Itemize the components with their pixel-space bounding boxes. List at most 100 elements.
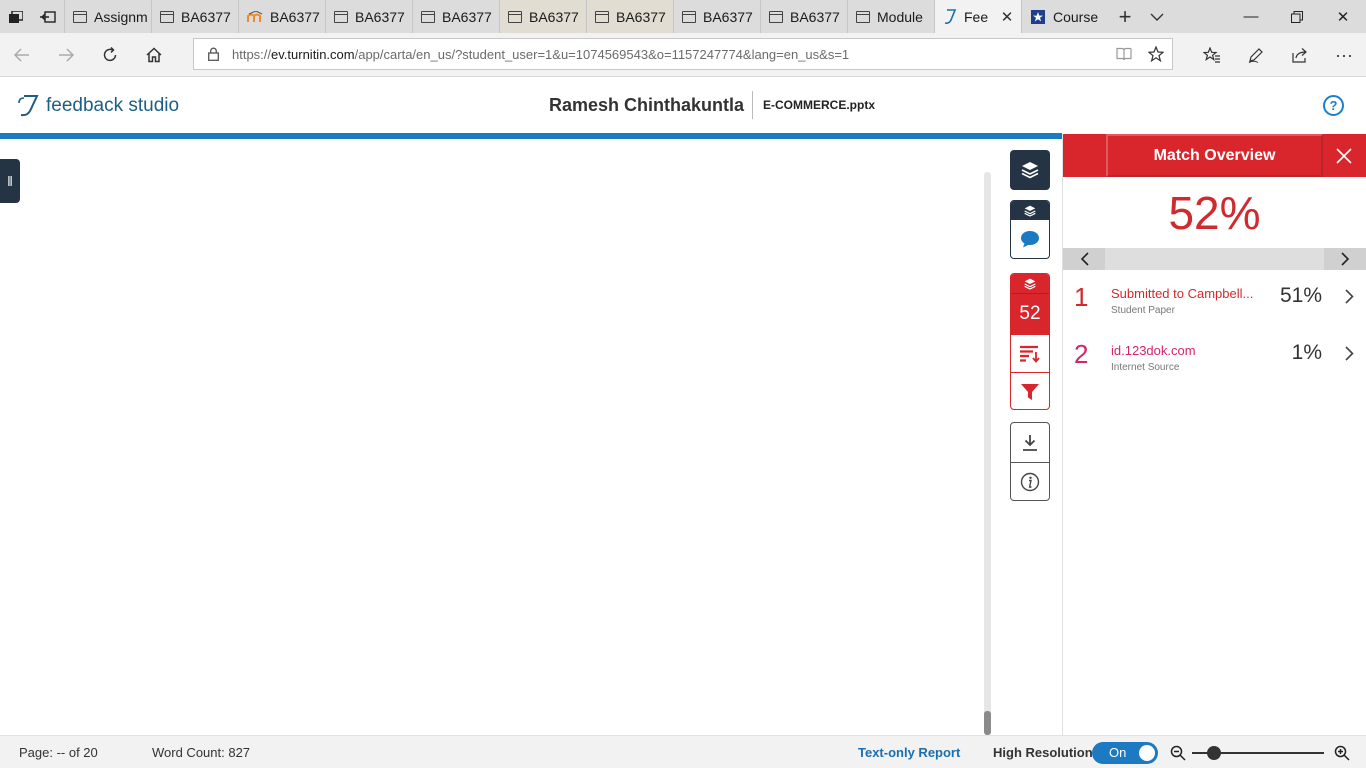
layers-button[interactable] (1010, 150, 1050, 190)
close-window-icon[interactable]: ✕ (1320, 0, 1366, 33)
next-match-icon[interactable] (1324, 248, 1366, 270)
tab-ba6377[interactable]: BA6377 (586, 0, 673, 33)
more-icon[interactable]: ··· (1322, 33, 1366, 77)
close-tab-icon[interactable]: ✕ (999, 8, 1015, 26)
filter-icon (1021, 383, 1039, 400)
tab-ba6377[interactable]: BA6377 (760, 0, 847, 33)
forward-icon[interactable] (44, 33, 88, 77)
url-host: ev.turnitin.com (271, 46, 355, 62)
page-icon (334, 10, 348, 23)
high-resolution-toggle[interactable]: On (1092, 742, 1158, 764)
match-overview-panel: Match Overview 52% 1 Submitted to Campbe… (1062, 134, 1366, 735)
help-button[interactable]: ? (1323, 95, 1344, 116)
tab-ba6377[interactable]: BA6377 (412, 0, 499, 33)
match-item[interactable]: 2 id.123dok.com Internet Source 1% (1063, 327, 1366, 384)
student-name: Ramesh Chinthakuntla (549, 95, 745, 115)
layers-icon (1011, 274, 1049, 293)
lock-icon[interactable] (194, 47, 232, 61)
tab-course[interactable]: Course (1021, 0, 1108, 33)
match-rank: 2 (1074, 339, 1089, 369)
pen-icon[interactable] (1234, 33, 1278, 77)
favorites-icon[interactable] (1190, 33, 1234, 77)
zoom-slider-handle[interactable] (1207, 746, 1221, 760)
tab-label: Course (1053, 8, 1099, 25)
match-source[interactable]: id.123dok.com (1111, 343, 1261, 358)
url-path: /app/carta/en_us/?student_user=1&u=10745… (354, 46, 850, 62)
set-aside-tabs-icon[interactable] (32, 0, 64, 33)
star-badge-icon (1031, 9, 1045, 24)
chevron-right-icon[interactable] (1345, 346, 1354, 366)
download-icon (1023, 434, 1037, 451)
page-icon (160, 10, 174, 23)
browser-tab-strip: Assignm BA6377 BA6377 BA6377 BA6377 BA63… (0, 0, 1366, 33)
match-percent: 51% (1279, 284, 1322, 307)
match-item[interactable]: 1 Submitted to Campbell... Student Paper… (1063, 270, 1366, 327)
match-percent: 1% (1291, 341, 1322, 364)
similarity-score-button[interactable]: 52 (1011, 293, 1049, 334)
tab-assignment[interactable]: Assignm (64, 0, 151, 33)
tab-ba6377[interactable]: BA6377 (499, 0, 586, 33)
brand-logo[interactable]: feedback studio (18, 94, 179, 118)
previous-match-icon[interactable] (1063, 248, 1105, 270)
back-icon[interactable] (0, 33, 44, 77)
scrollbar-thumb[interactable] (984, 711, 991, 735)
grip-icon: ‖ (7, 173, 13, 189)
info-icon (1020, 472, 1040, 492)
tab-feedback-active[interactable]: Fee ✕ (934, 0, 1021, 33)
info-button[interactable] (1011, 462, 1049, 500)
favorite-star-icon[interactable] (1140, 46, 1172, 62)
tab-label: BA6377 (355, 8, 405, 25)
zoom-in-icon[interactable] (1334, 745, 1350, 761)
restore-icon[interactable] (1274, 0, 1320, 33)
overall-similarity: 52% (1168, 186, 1261, 239)
page-icon (769, 10, 783, 23)
share-icon[interactable] (1278, 33, 1322, 77)
address-bar[interactable]: https://ev.turnitin.com/app/carta/en_us/… (193, 38, 1173, 70)
document-viewer[interactable]: ‖ (0, 139, 1062, 735)
page-icon (421, 10, 435, 23)
tab-list-chevron-icon[interactable] (1142, 0, 1172, 33)
status-bar: Page: -- of 20 Word Count: 827 Text-only… (0, 735, 1366, 768)
side-panel-toggle[interactable]: ‖ (0, 159, 20, 203)
document-scrollbar[interactable] (984, 172, 991, 735)
close-panel-icon[interactable] (1322, 134, 1366, 177)
home-icon[interactable] (132, 33, 176, 77)
tab-ba6377[interactable]: BA6377 (151, 0, 238, 33)
moodle-icon (247, 10, 263, 22)
panel-title: Match Overview (1106, 134, 1323, 177)
tab-label: BA6377 (616, 8, 666, 25)
tab-label: Module (877, 8, 923, 25)
text-only-report-link[interactable]: Text-only Report (858, 745, 960, 760)
window-controls: ― ✕ (1228, 0, 1366, 33)
zoom-out-icon[interactable] (1170, 745, 1186, 761)
tab-label: BA6377 (442, 8, 492, 25)
tab-ba6377[interactable]: BA6377 (238, 0, 325, 33)
download-info-group (1010, 422, 1050, 501)
url-text[interactable]: https://ev.turnitin.com/app/carta/en_us/… (232, 47, 1108, 62)
url-prefix: https:// (232, 46, 272, 62)
match-source[interactable]: Submitted to Campbell... (1111, 286, 1261, 301)
tab-ba6377[interactable]: BA6377 (325, 0, 412, 33)
browser-actions: ··· (1190, 33, 1366, 77)
tab-label: Assignm (94, 8, 148, 25)
page-icon (595, 10, 609, 23)
toggle-state: On (1109, 745, 1127, 760)
layers-icon (1011, 201, 1049, 220)
comment-icon (1021, 231, 1039, 248)
tab-label: BA6377 (529, 8, 579, 25)
sort-matches-button[interactable] (1011, 334, 1049, 372)
tab-module[interactable]: Module (847, 0, 934, 33)
download-button[interactable] (1011, 423, 1049, 462)
tab-ba6377[interactable]: BA6377 (673, 0, 760, 33)
tab-actions-icon[interactable] (0, 0, 32, 33)
turnitin-icon (944, 8, 957, 24)
new-tab-button[interactable]: + (1108, 0, 1142, 33)
comment-button[interactable] (1011, 220, 1049, 258)
tab-label: BA6377 (181, 8, 231, 25)
reading-view-icon[interactable] (1108, 47, 1140, 61)
chevron-right-icon[interactable] (1345, 289, 1354, 309)
refresh-icon[interactable] (88, 33, 132, 77)
minimize-icon[interactable]: ― (1228, 0, 1274, 33)
word-count: Word Count: 827 (152, 745, 251, 760)
filter-button[interactable] (1011, 372, 1049, 409)
